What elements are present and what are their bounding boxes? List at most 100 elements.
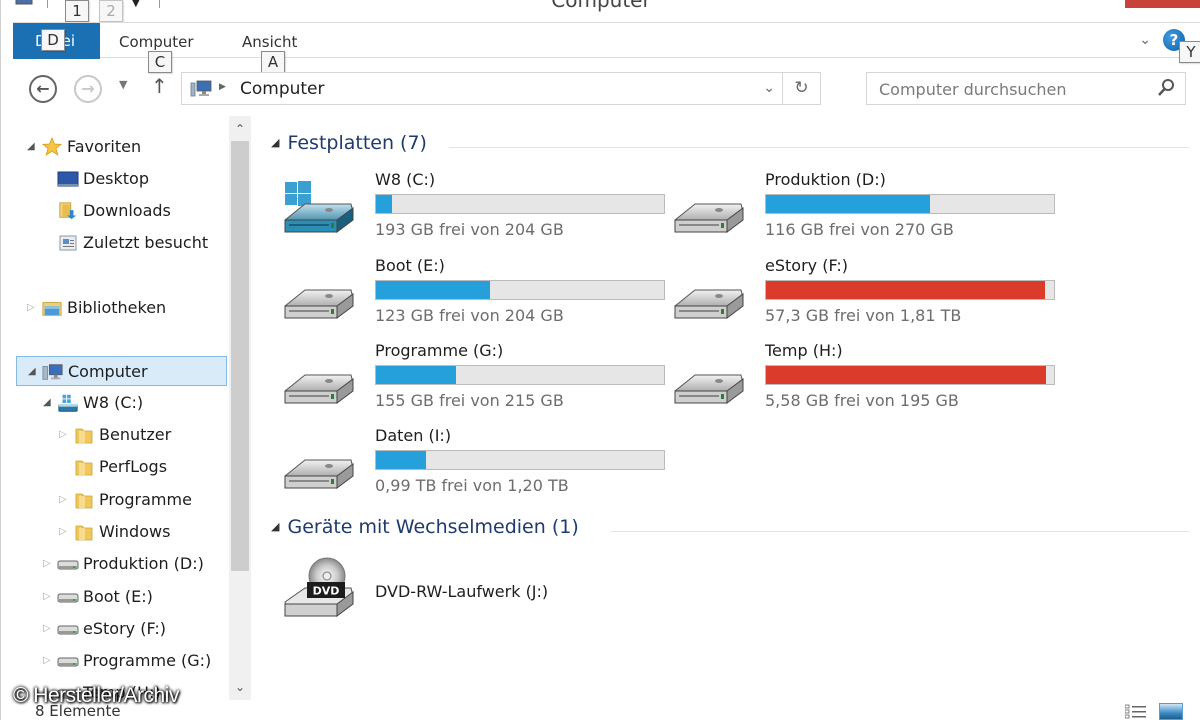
drive-usage-fill [766, 281, 1046, 299]
drive-usage-bar [765, 280, 1055, 300]
drive-tile[interactable]: W8 (C:) 193 GB frei von 204 GB [281, 170, 665, 250]
expand-arrow-icon[interactable]: ▷ [59, 485, 67, 515]
scroll-up-icon[interactable]: ⌃ [229, 118, 251, 140]
scrollbar-thumb[interactable] [231, 141, 249, 571]
drive-icon [281, 351, 357, 411]
expand-arrow-icon[interactable]: ▷ [43, 549, 51, 579]
drive-usage-bar [765, 365, 1055, 385]
sidebar-item-favoriten[interactable]: ◢ Favoriten [13, 132, 227, 162]
group-divider [449, 147, 1189, 148]
sidebar-item-bibliotheken[interactable]: ▷ Bibliotheken [13, 293, 227, 323]
search-icon[interactable] [1157, 78, 1175, 98]
arrow-up-icon: ↑ [151, 74, 168, 98]
dvd-drive-icon: DVD [281, 554, 357, 624]
sidebar-item-label: Downloads [83, 201, 171, 220]
drive-free-space: 155 GB frei von 215 GB [375, 391, 564, 410]
sidebar-item-benutzer[interactable]: ▷ Benutzer [13, 420, 227, 450]
drive-icon [281, 266, 357, 326]
sidebar-item-programme[interactable]: ▷ Programme [13, 485, 227, 515]
device-name: DVD-RW-Laufwerk (J:) [375, 582, 549, 601]
drive-free-space: 116 GB frei von 270 GB [765, 220, 954, 239]
drive-free-space: 123 GB frei von 204 GB [375, 306, 564, 325]
drive-icon [671, 266, 747, 326]
group-title: Geräte mit Wechselmedien (1) [287, 516, 579, 538]
drive-free-space: 5,58 GB frei von 195 GB [765, 391, 959, 410]
sidebar-item-zuletzt-besucht[interactable]: Zuletzt besucht [13, 228, 227, 258]
removable-device-tile[interactable]: DVD DVD-RW-Laufwerk (J:) [281, 554, 661, 634]
expand-arrow-icon[interactable]: ▷ [43, 646, 51, 676]
drive-icon [57, 651, 79, 681]
forward-button[interactable]: → [74, 75, 102, 103]
address-bar[interactable]: ▶ Computer ⌄ ↻ [181, 72, 821, 105]
sidebar-item-downloads[interactable]: Downloads [13, 196, 227, 226]
sidebar-item-desktop[interactable]: Desktop [13, 164, 227, 194]
drive-tile[interactable]: Produktion (D:) 116 GB frei von 270 GB [671, 170, 1055, 250]
sidebar-item-estory-f[interactable]: ▷ eStory (F:) [13, 614, 227, 644]
group-header-festplatten[interactable]: ◢ Festplatten (7) [271, 132, 427, 162]
breadcrumb-computer[interactable]: Computer [240, 79, 325, 99]
drive-tile[interactable]: eStory (F:) 57,3 GB frei von 1,81 TB [671, 256, 1055, 336]
drive-name: Programme (G:) [375, 341, 504, 360]
drive-free-space: 193 GB frei von 204 GB [375, 220, 564, 239]
search-box[interactable] [866, 72, 1186, 105]
expand-arrow-icon[interactable]: ▷ [59, 420, 67, 450]
scroll-down-icon[interactable]: ⌄ [229, 676, 251, 698]
recent-places-icon [57, 233, 79, 263]
keytip-d: D [41, 29, 65, 51]
expand-ribbon-chevron-icon[interactable]: ⌄ [1139, 32, 1151, 48]
drive-tile[interactable]: Boot (E:) 123 GB frei von 204 GB [281, 256, 665, 336]
back-button[interactable]: ← [29, 75, 57, 103]
search-input[interactable] [879, 78, 1139, 100]
close-button[interactable] [1125, 0, 1200, 8]
collapse-arrow-icon[interactable]: ◢ [27, 132, 35, 162]
up-button[interactable]: ↑ [151, 74, 168, 98]
computer-icon [190, 80, 212, 97]
drive-icon [57, 587, 79, 617]
sidebar-item-perflogs[interactable]: PerfLogs [13, 452, 227, 482]
drive-tile[interactable]: Daten (I:) 0,99 TB frei von 1,20 TB [281, 426, 665, 506]
collapse-arrow-icon[interactable]: ◢ [43, 388, 51, 418]
address-history-dropdown-icon[interactable]: ⌄ [763, 80, 775, 96]
expand-arrow-icon[interactable]: ▷ [27, 293, 35, 323]
sidebar-item-label: Benutzer [99, 425, 172, 444]
refresh-button[interactable]: ↻ [782, 73, 820, 104]
expand-arrow-icon[interactable]: ▷ [43, 614, 51, 644]
sidebar-item-label: Zuletzt besucht [83, 233, 209, 252]
group-header-wechselmedien[interactable]: ◢ Geräte mit Wechselmedien (1) [271, 516, 579, 546]
drive-icon [671, 351, 747, 411]
breadcrumb-separator-icon[interactable]: ▶ [219, 82, 226, 92]
sidebar-item-boot-e[interactable]: ▷ Boot (E:) [13, 582, 227, 612]
sidebar-item-label: W8 (C:) [83, 393, 144, 412]
details-view-icon[interactable] [1125, 704, 1147, 720]
collapse-group-icon[interactable]: ◢ [271, 136, 279, 149]
drive-tile[interactable]: Temp (H:) 5,58 GB frei von 195 GB [671, 341, 1055, 421]
group-title: Festplatten (7) [287, 132, 427, 154]
navigation-pane: ⌃ ⌄ ◢ Favoriten Desktop Downloads Zuletzt be… [13, 116, 251, 720]
libraries-icon [41, 298, 63, 328]
large-icons-view-icon[interactable] [1159, 703, 1183, 720]
drive-usage-fill [376, 281, 491, 299]
drive-icon [281, 436, 357, 496]
collapse-arrow-icon[interactable]: ◢ [28, 357, 36, 387]
expand-arrow-icon[interactable]: ▷ [43, 582, 51, 612]
sidebar-item-label: Programme [99, 490, 192, 509]
sidebar-item-windows[interactable]: ▷ Windows [13, 517, 227, 547]
sidebar-item-produktion-d[interactable]: ▷ Produktion (D:) [13, 549, 227, 579]
drive-tile[interactable]: Programme (G:) 155 GB frei von 215 GB [281, 341, 665, 421]
drive-name: W8 (C:) [375, 170, 436, 189]
sidebar-item-label: Programme (G:) [83, 651, 212, 670]
navigation-bar: ← → ▼ ↑ ▶ Computer ⌄ ↻ [13, 58, 1200, 116]
folder-icon [73, 457, 95, 487]
sidebar-item-computer[interactable]: ◢ Computer [16, 356, 227, 386]
recent-locations-dropdown-icon[interactable]: ▼ [119, 78, 127, 91]
sidebar-item-label: Computer [68, 362, 148, 381]
sidebar-item-programme-g[interactable]: ▷ Programme (G:) [13, 646, 227, 676]
downloads-folder-icon [57, 201, 79, 231]
group-divider [611, 531, 1189, 532]
drive-icon [671, 180, 747, 240]
collapse-group-icon[interactable]: ◢ [271, 520, 279, 533]
sidebar-item-w8-c[interactable]: ◢ W8 (C:) [13, 388, 227, 418]
navigation-pane-scrollbar[interactable]: ⌃ ⌄ [229, 116, 251, 700]
expand-arrow-icon[interactable]: ▷ [59, 517, 67, 547]
star-icon [41, 136, 63, 167]
